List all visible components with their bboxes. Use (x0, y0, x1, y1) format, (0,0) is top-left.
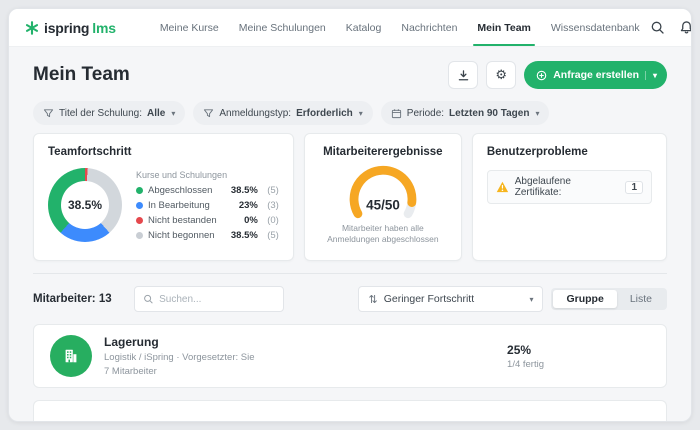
filter-enrollment-type[interactable]: Anmeldungstyp: Erforderlich ▾ (193, 101, 372, 125)
group-progress: 25% 1/4 fertig (507, 343, 544, 370)
completed-dot-icon (136, 187, 143, 194)
employee-results-gauge-chart: 45/50 (319, 162, 447, 222)
app-window: ispringlms Meine Kurse Meine Schulungen … (8, 8, 692, 422)
navbar-right (650, 9, 692, 46)
filter-value: Alle (147, 108, 165, 119)
view-toggle-group[interactable]: Gruppe (553, 290, 616, 308)
donut-legend: Kurse und Schulungen Abgeschlossen 38.5%… (136, 170, 279, 241)
group-name: Lagerung (104, 335, 255, 349)
employees-count-label: Mitarbeiter: 13 (33, 293, 112, 305)
group-info: Lagerung Logistik / iSpring · Vorgesetzt… (104, 335, 255, 377)
sort-dropdown[interactable]: ⇅ Geringer Fortschritt ▾ (358, 286, 543, 312)
settings-button[interactable]: ⚙ (486, 61, 516, 89)
legend-item: Nicht begonnen 38.5% (5) (136, 230, 279, 241)
download-icon (457, 69, 470, 82)
group-row-lagerung[interactable]: Lagerung Logistik / iSpring · Vorgesetzt… (33, 324, 667, 388)
brand-name: ispringlms (44, 20, 116, 36)
team-progress-donut-chart: 38.5% (48, 168, 122, 242)
brand-logo[interactable]: ispringlms (25, 9, 116, 46)
view-toggle-list[interactable]: Liste (617, 290, 665, 308)
notifications-bell-icon[interactable] (679, 20, 692, 35)
ispring-logo-icon (25, 21, 39, 35)
sort-arrows-icon: ⇅ (368, 293, 377, 306)
filter-label: Periode: (407, 108, 444, 119)
chevron-down-icon: ▾ (529, 295, 533, 304)
legend-title: Kurse und Schulungen (136, 170, 279, 180)
funnel-icon (203, 108, 214, 119)
legend-item: Nicht bestanden 0% (0) (136, 215, 279, 226)
filter-value: Erforderlich (296, 108, 353, 119)
funnel-icon (43, 108, 54, 119)
create-request-label: Anfrage erstellen (553, 69, 639, 81)
group-progress-value: 25% (507, 343, 544, 357)
sort-value: Geringer Fortschritt (384, 293, 524, 305)
chevron-down-icon: ▾ (535, 109, 539, 118)
top-navbar: ispringlms Meine Kurse Meine Schulungen … (9, 9, 691, 47)
nav-item-nachrichten[interactable]: Nachrichten (391, 9, 467, 46)
filter-course-title[interactable]: Titel der Schulung: Alle ▾ (33, 101, 185, 125)
filters-row: Titel der Schulung: Alle ▾ Anmeldungstyp… (33, 101, 667, 125)
building-icon (62, 347, 80, 365)
main-nav: Meine Kurse Meine Schulungen Katalog Nac… (150, 9, 650, 46)
employee-results-card: Mitarbeiterergebnisse 45/50 Mitarbeiter … (304, 133, 462, 261)
gear-icon: ⚙ (495, 67, 507, 83)
search-input[interactable] (159, 294, 275, 305)
in-progress-dot-icon (136, 202, 143, 209)
legend-item: In Bearbeitung 23% (3) (136, 200, 279, 211)
user-issues-card: Benutzerprobleme Abgelaufene Zertifikate… (472, 133, 667, 261)
legend-item: Abgeschlossen 38.5% (5) (136, 185, 279, 196)
employees-toolbar: Mitarbeiter: 13 ⇅ Geringer Fortschritt ▾… (33, 286, 667, 312)
section-divider (33, 273, 667, 274)
gauge-caption: Mitarbeiter haben alle Anmeldungen abges… (319, 223, 447, 246)
summary-cards: Teamfortschritt 38.5% Kurse und Schulung… (33, 133, 667, 261)
warning-count-badge: 1 (625, 181, 643, 194)
failed-dot-icon (136, 217, 143, 224)
donut-center-value: 38.5% (68, 198, 102, 212)
calendar-icon (391, 108, 402, 119)
next-group-row-partial[interactable] (33, 400, 667, 422)
search-box (134, 286, 284, 312)
download-button[interactable] (448, 61, 478, 89)
not-started-dot-icon (136, 232, 143, 239)
filter-value: Letzten 90 Tagen (449, 108, 529, 119)
chevron-down-icon: ▾ (359, 109, 363, 118)
nav-item-katalog[interactable]: Katalog (336, 9, 392, 46)
warning-icon (496, 181, 509, 193)
warning-label: Abgelaufene Zertifikate: (515, 176, 620, 198)
nav-item-mein-team[interactable]: Mein Team (467, 9, 540, 46)
group-employees: 7 Mitarbeiter (104, 366, 255, 377)
card-title: Benutzerprobleme (487, 146, 652, 158)
chevron-down-icon: ▾ (645, 71, 657, 80)
nav-item-meine-kurse[interactable]: Meine Kurse (150, 9, 229, 46)
page-content: Mein Team ⚙ Anfrage erstellen ▾ (9, 61, 691, 422)
nav-item-meine-schulungen[interactable]: Meine Schulungen (229, 9, 336, 46)
group-meta: Logistik / iSpring · Vorgesetzter: Sie (104, 352, 255, 363)
filter-label: Titel der Schulung: (59, 108, 142, 119)
create-request-button[interactable]: Anfrage erstellen ▾ (524, 61, 667, 89)
page-title: Mein Team (33, 64, 130, 86)
group-avatar (50, 335, 92, 377)
card-title: Teamfortschritt (48, 146, 279, 158)
nav-item-wissensdatenbank[interactable]: Wissensdatenbank (541, 9, 650, 46)
search-icon (143, 293, 154, 305)
filter-period[interactable]: Periode: Letzten 90 Tagen ▾ (381, 101, 550, 125)
card-title: Mitarbeiterergebnisse (319, 146, 447, 158)
chevron-down-icon: ▾ (171, 109, 175, 118)
expired-certificates-chip[interactable]: Abgelaufene Zertifikate: 1 (487, 170, 652, 204)
group-progress-caption: 1/4 fertig (507, 359, 544, 370)
filter-label: Anmeldungstyp: (219, 108, 291, 119)
view-toggle: Gruppe Liste (551, 288, 667, 310)
team-progress-card: Teamfortschritt 38.5% Kurse und Schulung… (33, 133, 294, 261)
search-icon[interactable] (650, 20, 665, 35)
plus-circle-icon (536, 70, 547, 81)
gauge-value: 45/50 (366, 198, 400, 213)
